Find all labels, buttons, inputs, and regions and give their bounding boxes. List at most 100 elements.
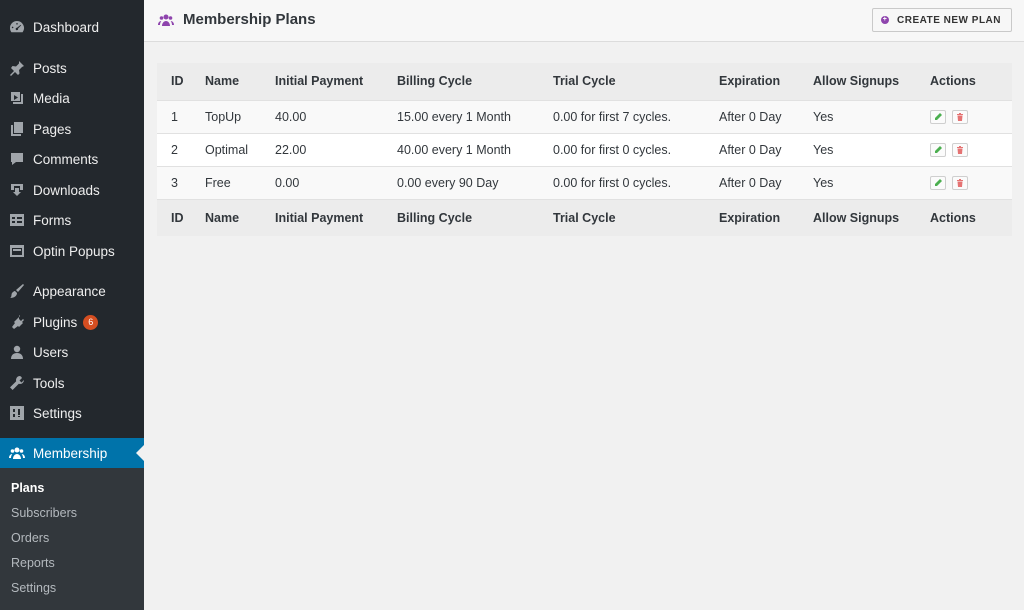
- menu-item-tools[interactable]: Tools: [0, 368, 144, 398]
- plus-icon: +: [881, 16, 890, 24]
- menu-item-media[interactable]: Media: [0, 83, 144, 113]
- delete-plan-button[interactable]: [952, 175, 969, 190]
- menu-label: Users: [33, 344, 69, 360]
- pushpin-icon: [9, 60, 25, 76]
- menu-item-downloads[interactable]: Downloads: [0, 175, 144, 205]
- column-header-allow-signups: Allow Signups: [799, 63, 916, 100]
- column-header-trial-cycle: Trial Cycle: [539, 63, 705, 100]
- column-footer-id: ID: [157, 198, 191, 236]
- delete-plan-button[interactable]: [952, 142, 969, 157]
- menu-item-membership[interactable]: Membership: [0, 438, 144, 468]
- column-footer-actions: Actions: [916, 198, 1012, 236]
- column-footer-allow-signups: Allow Signups: [799, 198, 916, 236]
- cell-trial-cycle: 0.00 for first 7 cycles.: [539, 99, 705, 133]
- create-new-plan-button[interactable]: + CREATE NEW PLAN: [872, 8, 1012, 32]
- submenu-plans[interactable]: Plans: [11, 481, 44, 495]
- cell-actions: [916, 99, 1012, 133]
- menu-label: Downloads: [33, 182, 100, 198]
- table-row: 2 Optimal 22.00 40.00 every 1 Month 0.00…: [157, 132, 1012, 166]
- submenu-subscribers[interactable]: Subscribers: [11, 506, 77, 520]
- menu-label: Settings: [33, 405, 82, 421]
- menu-item-users[interactable]: Users: [0, 337, 144, 367]
- create-button-label: CREATE NEW PLAN: [897, 14, 1001, 26]
- menu-label: Comments: [33, 151, 99, 167]
- edit-plan-button[interactable]: [930, 109, 946, 124]
- submenu-settings[interactable]: Settings: [11, 581, 56, 595]
- popup-icon: [9, 243, 25, 259]
- submenu-reports[interactable]: Reports: [11, 556, 55, 570]
- table-row: 1 TopUp 40.00 15.00 every 1 Month 0.00 f…: [157, 99, 1012, 133]
- cell-name: Optimal: [191, 132, 261, 166]
- menu-item-posts[interactable]: Posts: [0, 53, 144, 83]
- column-header-id: ID: [157, 63, 191, 100]
- column-footer-expiration: Expiration: [705, 198, 799, 236]
- menu-label: Dashboard: [33, 19, 100, 35]
- menu-label: Tools: [33, 375, 65, 391]
- table-header-row: ID Name Initial Payment Billing Cycle Tr…: [157, 63, 1012, 100]
- menu-item-appearance[interactable]: Appearance: [0, 276, 144, 306]
- cell-id: 3: [157, 165, 191, 199]
- wrench-icon: [9, 375, 25, 391]
- plugin-icon: [9, 314, 25, 330]
- settings-icon: [9, 405, 25, 421]
- plugins-update-badge: 6: [83, 314, 99, 330]
- column-header-initial-payment: Initial Payment: [261, 63, 383, 100]
- paintbrush-icon: [9, 283, 25, 299]
- pages-icon: [9, 121, 25, 137]
- cell-expiration: After 0 Day: [705, 99, 799, 133]
- forms-icon: [9, 212, 25, 228]
- column-header-billing-cycle: Billing Cycle: [383, 63, 539, 100]
- page-title: Membership Plans: [183, 11, 316, 28]
- cell-id: 1: [157, 99, 191, 133]
- comment-icon: [9, 151, 25, 167]
- menu-item-pages[interactable]: Pages: [0, 114, 144, 144]
- edit-plan-button[interactable]: [930, 175, 946, 190]
- dashboard-icon: [9, 19, 25, 35]
- menu-label: Appearance: [33, 283, 106, 299]
- cell-name: TopUp: [191, 99, 261, 133]
- menu-item-comments[interactable]: Comments: [0, 144, 144, 174]
- trash-icon: [957, 112, 964, 121]
- trash-icon: [957, 145, 964, 154]
- menu-item-forms[interactable]: Forms: [0, 205, 144, 235]
- cell-actions: [916, 132, 1012, 166]
- column-footer-name: Name: [191, 198, 261, 236]
- edit-plan-button[interactable]: [930, 142, 946, 157]
- page-header: Membership Plans + CREATE NEW PLAN: [144, 0, 1024, 42]
- cell-allow-signups: Yes: [799, 165, 916, 199]
- column-header-expiration: Expiration: [705, 63, 799, 100]
- delete-plan-button[interactable]: [952, 109, 969, 124]
- menu-item-dashboard[interactable]: Dashboard: [0, 12, 144, 42]
- cell-billing-cycle: 0.00 every 90 Day: [383, 165, 539, 199]
- menu-item-plugins[interactable]: Plugins 6: [0, 307, 144, 337]
- pencil-icon: [935, 178, 942, 186]
- menu-label: Pages: [33, 121, 72, 137]
- column-footer-billing-cycle: Billing Cycle: [383, 198, 539, 236]
- submenu-orders[interactable]: Orders: [11, 531, 49, 545]
- menu-label: Media: [33, 90, 70, 106]
- cell-billing-cycle: 15.00 every 1 Month: [383, 99, 539, 133]
- column-header-actions: Actions: [916, 63, 1012, 100]
- cell-allow-signups: Yes: [799, 99, 916, 133]
- column-footer-trial-cycle: Trial Cycle: [539, 198, 705, 236]
- table-row: 3 Free 0.00 0.00 every 90 Day 0.00 for f…: [157, 165, 1012, 199]
- menu-label: Membership: [33, 445, 108, 461]
- group-icon: [157, 12, 175, 28]
- pencil-icon: [935, 145, 942, 153]
- cell-initial-payment: 40.00: [261, 99, 383, 133]
- column-header-name: Name: [191, 63, 261, 100]
- menu-label: Posts: [33, 60, 67, 76]
- media-icon: [9, 90, 25, 106]
- cell-allow-signups: Yes: [799, 132, 916, 166]
- trash-icon: [957, 178, 964, 187]
- menu-label: Plugins: [33, 314, 78, 330]
- cell-actions: [916, 165, 1012, 199]
- cell-expiration: After 0 Day: [705, 165, 799, 199]
- cell-name: Free: [191, 165, 261, 199]
- menu-label: Optin Popups: [33, 243, 115, 259]
- download-icon: [9, 182, 25, 198]
- menu-item-optin-popups[interactable]: Optin Popups: [0, 236, 144, 266]
- cell-trial-cycle: 0.00 for first 0 cycles.: [539, 165, 705, 199]
- menu-item-settings[interactable]: Settings: [0, 398, 144, 428]
- plans-table: ID Name Initial Payment Billing Cycle Tr…: [157, 63, 1012, 236]
